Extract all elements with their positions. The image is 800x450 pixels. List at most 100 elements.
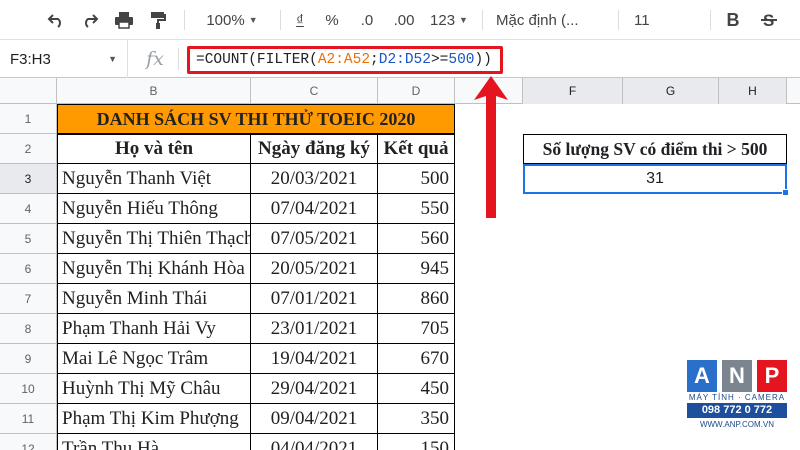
chevron-down-icon: ▼ xyxy=(108,54,117,64)
record-name-cell[interactable]: Mai Lê Ngọc Trâm xyxy=(57,344,251,374)
column-header-d[interactable]: D xyxy=(378,78,455,104)
formula-bar: F3:H3 ▼ fx =COUNT(FILTER(A2:A52;D2:D52>=… xyxy=(0,40,800,78)
header-result-cell[interactable]: Kết quả xyxy=(378,134,455,164)
font-size-label: 11 xyxy=(634,11,650,29)
column-header-i[interactable] xyxy=(787,78,800,104)
record-date-cell[interactable]: 07/04/2021 xyxy=(251,194,378,224)
fx-icon: fx xyxy=(146,48,164,70)
name-box[interactable]: F3:H3 ▼ xyxy=(0,40,128,78)
row-header-6[interactable]: 6 xyxy=(0,254,57,284)
decrease-decimal-label: .0 xyxy=(360,11,374,29)
formula-separator: ; xyxy=(370,52,379,68)
fill-handle[interactable] xyxy=(782,189,789,196)
record-name-cell[interactable]: Nguyễn Thị Khánh Hòa xyxy=(57,254,251,284)
record-score-cell[interactable]: 450 xyxy=(378,374,455,404)
number-format-select[interactable]: 123 ▼ xyxy=(424,0,474,40)
header-date-cell[interactable]: Ngày đăng ký xyxy=(251,134,378,164)
record-name-cell[interactable]: Nguyễn Thanh Việt xyxy=(57,164,251,194)
name-box-value: F3:H3 xyxy=(10,50,51,68)
record-score-cell[interactable]: 945 xyxy=(378,254,455,284)
print-icon[interactable] xyxy=(108,0,140,40)
record-name-cell[interactable]: Huỳnh Thị Mỹ Châu xyxy=(57,374,251,404)
row-header-5[interactable]: 5 xyxy=(0,224,57,254)
row-header-10[interactable]: 10 xyxy=(0,374,57,404)
record-date-cell[interactable]: 23/01/2021 xyxy=(251,314,378,344)
record-name-cell[interactable]: Nguyễn Hiếu Thông xyxy=(57,194,251,224)
undo-icon[interactable] xyxy=(40,0,72,40)
row-header-1[interactable]: 1 xyxy=(0,104,57,134)
record-date-cell[interactable]: 04/04/2021 xyxy=(251,434,378,450)
record-name-cell[interactable]: Trần Thu Hà xyxy=(57,434,251,450)
record-score-cell[interactable]: 500 xyxy=(378,164,455,194)
strikethrough-icon[interactable]: S xyxy=(754,0,784,40)
formula-number: 500 xyxy=(448,52,475,68)
logo-letter-p: P xyxy=(757,360,787,392)
percent-format-button[interactable]: % xyxy=(318,0,346,40)
record-score-cell[interactable]: 860 xyxy=(378,284,455,314)
summary-value-cell[interactable]: 31 xyxy=(523,164,787,194)
font-family-select[interactable]: Mặc định (... xyxy=(490,0,610,40)
row-header-11[interactable]: 11 xyxy=(0,404,57,434)
row-header-3[interactable]: 3 xyxy=(0,164,57,194)
record-score-cell[interactable]: 350 xyxy=(378,404,455,434)
record-date-cell[interactable]: 19/04/2021 xyxy=(251,344,378,374)
anp-logo: A N P MÁY TÍNH · CAMERA 098 772 0 772 WW… xyxy=(687,360,787,438)
logo-website: WWW.ANP.COM.VN xyxy=(699,420,775,429)
record-name-cell[interactable]: Phạm Thanh Hải Vy xyxy=(57,314,251,344)
font-family-label: Mặc định (... xyxy=(496,11,579,29)
bold-button[interactable]: B xyxy=(718,0,748,40)
formula-range-a: A2:A52 xyxy=(317,52,371,68)
redo-icon[interactable] xyxy=(74,0,106,40)
record-date-cell[interactable]: 29/04/2021 xyxy=(251,374,378,404)
record-date-cell[interactable]: 09/04/2021 xyxy=(251,404,378,434)
row-header-2[interactable]: 2 xyxy=(0,134,57,164)
toolbar-divider xyxy=(618,10,619,30)
logo-letter-n: N xyxy=(722,360,752,392)
toolbar-divider xyxy=(280,10,281,30)
column-header-c[interactable]: C xyxy=(251,78,378,104)
record-date-cell[interactable]: 20/03/2021 xyxy=(251,164,378,194)
row-header-7[interactable]: 7 xyxy=(0,284,57,314)
record-name-cell[interactable]: Nguyễn Minh Thái xyxy=(57,284,251,314)
zoom-select[interactable]: 100% ▼ xyxy=(192,0,272,40)
summary-label-cell[interactable]: Số lượng SV có điểm thi > 500 xyxy=(523,134,787,164)
column-header-f[interactable]: F xyxy=(523,78,623,104)
column-header-g[interactable]: G xyxy=(623,78,719,104)
toolbar: 100% ▼ ₫ % .0 .00 123 ▼ Mặc định (... 11 B… xyxy=(0,0,800,40)
decrease-decimal-button[interactable]: .0 xyxy=(350,0,384,40)
record-score-cell[interactable]: 670 xyxy=(378,344,455,374)
row-header-12[interactable]: 12 xyxy=(0,434,57,450)
record-name-cell[interactable]: Nguyễn Thị Thiên Thạch xyxy=(57,224,251,254)
formula-input[interactable]: =COUNT(FILTER(A2:A52;D2:D52>=500)) xyxy=(187,46,503,74)
row-header-4[interactable]: 4 xyxy=(0,194,57,224)
record-date-cell[interactable]: 07/05/2021 xyxy=(251,224,378,254)
record-date-cell[interactable]: 07/01/2021 xyxy=(251,284,378,314)
sheet-title-cell[interactable]: DANH SÁCH SV THI THỬ TOEIC 2020 xyxy=(57,104,455,134)
record-score-cell[interactable]: 705 xyxy=(378,314,455,344)
font-size-select[interactable]: 11 xyxy=(628,0,692,40)
formula-operator: >= xyxy=(430,52,449,68)
record-score-cell[interactable]: 560 xyxy=(378,224,455,254)
formula-range-d: D2:D52 xyxy=(378,52,431,68)
column-header-h[interactable]: H xyxy=(719,78,787,104)
red-arrow-annotation xyxy=(474,76,508,218)
row-header-9[interactable]: 9 xyxy=(0,344,57,374)
currency-label: ₫ xyxy=(296,11,304,29)
column-header-bar: B C D E F G H xyxy=(0,78,800,104)
logo-phone: 098 772 0 772 xyxy=(687,403,787,418)
record-score-cell[interactable]: 550 xyxy=(378,194,455,224)
row-header-8[interactable]: 8 xyxy=(0,314,57,344)
formula-divider xyxy=(178,48,179,70)
column-header-b[interactable]: B xyxy=(57,78,251,104)
paint-format-icon[interactable] xyxy=(142,0,174,40)
record-date-cell[interactable]: 20/05/2021 xyxy=(251,254,378,284)
select-all-corner[interactable] xyxy=(0,78,57,104)
increase-decimal-button[interactable]: .00 xyxy=(386,0,422,40)
header-name-cell[interactable]: Họ và tên xyxy=(57,134,251,164)
formula-close: )) xyxy=(474,52,492,68)
record-name-cell[interactable]: Phạm Thị Kim Phượng xyxy=(57,404,251,434)
record-score-cell[interactable]: 150 xyxy=(378,434,455,450)
toolbar-divider xyxy=(710,10,711,30)
formula-function: =COUNT(FILTER( xyxy=(196,52,318,68)
currency-format-button[interactable]: ₫ xyxy=(286,0,314,40)
